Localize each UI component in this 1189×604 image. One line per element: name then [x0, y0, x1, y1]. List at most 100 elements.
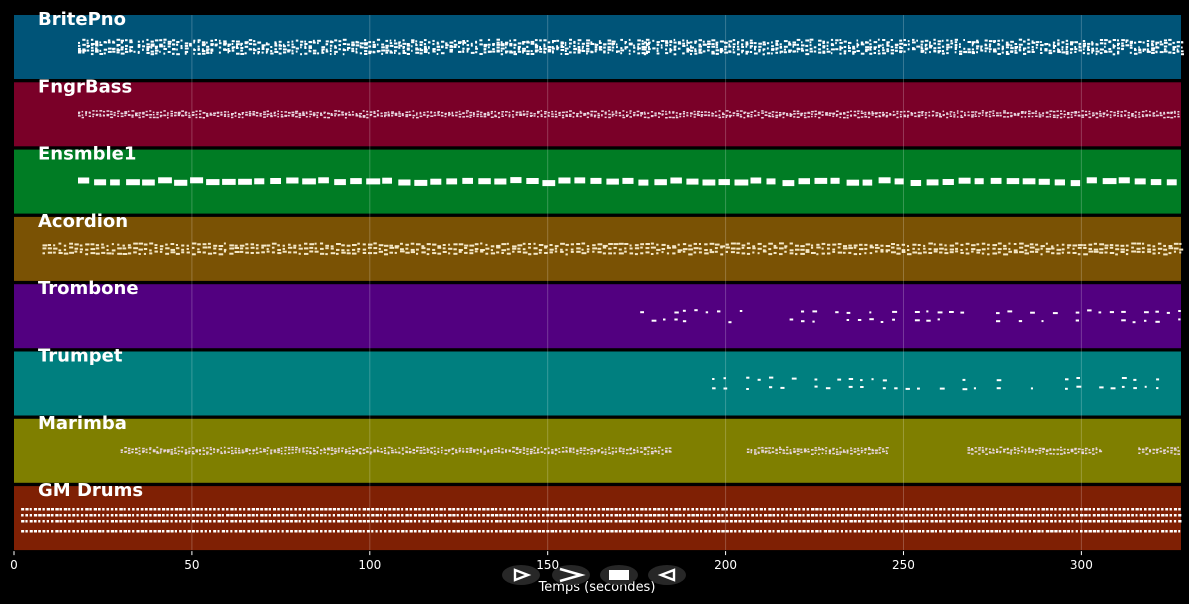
note — [519, 114, 523, 116]
note — [1093, 242, 1097, 245]
note — [1156, 451, 1159, 454]
note — [1049, 452, 1053, 455]
note — [826, 50, 831, 53]
note — [729, 116, 731, 118]
note — [996, 320, 1001, 323]
note — [1169, 514, 1172, 517]
note — [1029, 243, 1034, 246]
note — [223, 111, 227, 113]
note — [1024, 249, 1028, 252]
note — [850, 110, 852, 112]
note — [398, 52, 401, 55]
note — [1003, 253, 1009, 256]
fast-forward-button[interactable] — [552, 565, 590, 585]
note — [593, 508, 596, 511]
note — [586, 452, 589, 455]
note — [327, 112, 331, 115]
note — [1136, 247, 1141, 250]
note — [593, 514, 597, 517]
note — [682, 320, 687, 323]
note — [584, 520, 587, 523]
note — [38, 520, 41, 523]
note — [394, 42, 398, 45]
note — [274, 44, 278, 47]
note — [358, 508, 361, 511]
note — [475, 45, 478, 48]
note — [737, 45, 740, 48]
note — [478, 508, 481, 511]
note — [579, 452, 582, 454]
note — [648, 530, 652, 533]
note — [1146, 48, 1149, 51]
note — [405, 508, 408, 511]
note — [801, 310, 805, 313]
note — [501, 243, 507, 246]
note — [179, 514, 183, 517]
note — [483, 453, 486, 455]
note — [123, 530, 127, 533]
play-button[interactable] — [502, 565, 540, 585]
rewind-button[interactable] — [648, 565, 686, 585]
note — [613, 246, 617, 249]
note — [665, 514, 668, 517]
note — [830, 52, 833, 55]
note — [127, 246, 132, 249]
note — [1109, 116, 1112, 119]
note — [189, 44, 192, 47]
note — [462, 112, 465, 115]
note — [359, 52, 362, 55]
note — [540, 115, 543, 118]
note — [1161, 508, 1164, 511]
note — [776, 514, 780, 517]
note — [1088, 113, 1091, 115]
note — [300, 43, 303, 46]
note — [441, 446, 443, 449]
note — [547, 111, 550, 114]
note — [270, 52, 274, 55]
note — [1005, 46, 1009, 49]
note — [519, 451, 522, 454]
note — [411, 49, 413, 52]
note — [759, 514, 762, 517]
note — [792, 43, 797, 46]
note — [669, 41, 673, 44]
note — [746, 376, 750, 379]
note — [789, 530, 793, 533]
note — [376, 50, 380, 53]
note — [25, 520, 28, 523]
note — [127, 508, 131, 511]
stop-button[interactable] — [600, 565, 638, 585]
note — [465, 520, 469, 523]
note — [974, 111, 978, 113]
note — [329, 53, 332, 56]
note — [882, 379, 887, 382]
note — [992, 247, 996, 250]
note — [135, 448, 138, 451]
note — [823, 514, 828, 517]
note — [668, 447, 672, 449]
note — [814, 115, 817, 118]
note — [634, 253, 638, 256]
note — [526, 53, 530, 55]
note — [328, 508, 332, 511]
note — [870, 508, 874, 511]
note — [1040, 52, 1043, 54]
note — [839, 113, 842, 115]
note — [295, 110, 299, 113]
note — [892, 514, 895, 517]
note — [1048, 49, 1052, 52]
note — [369, 453, 372, 455]
note — [352, 450, 355, 452]
note — [670, 530, 673, 533]
note — [704, 249, 708, 251]
note — [857, 514, 861, 517]
note — [1170, 449, 1173, 452]
note — [687, 530, 690, 533]
note — [325, 48, 328, 51]
note — [85, 514, 88, 517]
note — [273, 530, 276, 533]
note — [283, 51, 287, 54]
note — [865, 41, 869, 44]
note — [342, 53, 345, 56]
note — [46, 520, 49, 523]
